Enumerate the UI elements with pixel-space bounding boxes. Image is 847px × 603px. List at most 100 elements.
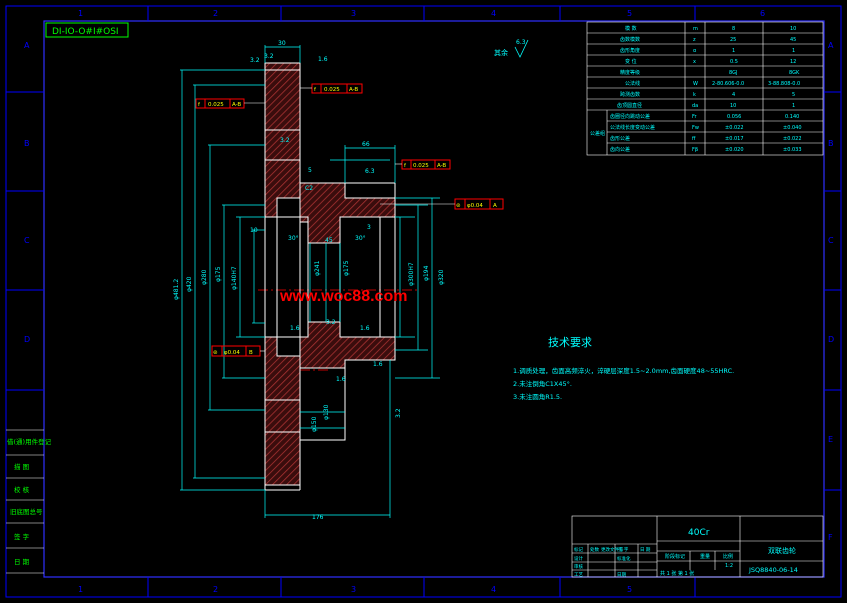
svg-text:0.025: 0.025	[324, 87, 340, 93]
grid-letter-a: A	[828, 41, 834, 50]
svg-text:精度等级: 精度等级	[620, 69, 640, 76]
svg-text:0.5: 0.5	[730, 59, 738, 65]
svg-text:处数: 处数	[590, 546, 599, 553]
dim-d-right3: φ320	[438, 269, 445, 285]
dim-rough-16b: 1.6	[360, 325, 370, 332]
svg-text:1: 1	[792, 103, 795, 109]
frame-labels: 1 2 3 4 5 6 1 2 3 4 5 A B C D E F A B C …	[24, 9, 834, 594]
svg-text:3-88.808-0.0: 3-88.808-0.0	[768, 81, 800, 87]
dim-d-left-bore2: φ140H7	[231, 266, 238, 290]
header-scale: 比例	[723, 553, 733, 560]
outer-frame	[5, 5, 842, 598]
drawing-code: DI-IO-O#I#OSI	[52, 27, 119, 37]
drawing-number: JSQ8840-06-14	[748, 566, 798, 574]
dim-d-root: φ420	[186, 276, 193, 292]
dim-hub-roughness: 6.3	[365, 168, 375, 175]
svg-text:日 期: 日 期	[640, 547, 651, 553]
svg-text:φ0.04: φ0.04	[467, 203, 483, 209]
dim-d-left-bore: φ175	[215, 266, 222, 282]
dim-d-mid2: φ175	[343, 260, 350, 276]
svg-text:45: 45	[790, 37, 796, 43]
svg-text:⊚: ⊚	[456, 203, 461, 209]
dim-d-right1: φ300H7	[408, 262, 415, 286]
svg-text:±0.022: ±0.022	[725, 125, 744, 131]
drawing-canvas: 1 2 3 4 5 6 1 2 3 4 5 A B C D E F A B C …	[0, 0, 847, 603]
svg-text:±0.033: ±0.033	[783, 147, 802, 153]
gtol-frame-3: f 0.025 A-B	[401, 159, 451, 170]
gtol-frame-1: f 0.025 A-B	[195, 98, 245, 109]
grid-number-3b: 3	[351, 585, 356, 594]
grid-number-1b: 1	[78, 585, 83, 594]
svg-text:1: 1	[792, 48, 795, 54]
svg-text:Fr: Fr	[692, 114, 698, 120]
svg-text:B: B	[249, 350, 253, 356]
svg-text:签 字: 签 字	[618, 546, 629, 553]
header-stage: 阶段标记	[665, 553, 685, 560]
svg-text:k: k	[693, 92, 696, 98]
gtol-frames: f 0.025 A-B f 0.025 A-B f 0.025 A-B ⊚ φ0…	[195, 83, 504, 357]
svg-text:描 图: 描 图	[14, 462, 29, 471]
tech-item-2: 2.未注倒角C1X45°.	[513, 379, 572, 388]
svg-text:±0.022: ±0.022	[783, 136, 802, 142]
svg-text:±0.017: ±0.017	[725, 136, 744, 142]
dim-top-chamfer: 3.2	[264, 53, 274, 60]
svg-text:借(通)用件登记: 借(通)用件登记	[7, 437, 52, 446]
left-labels: 借(通)用件登记 描 图 校 核 旧底图总号 签 字 日 期	[7, 437, 52, 566]
gtol-frame-4: ⊚ φ0.04 A	[454, 198, 504, 210]
svg-text:8: 8	[732, 26, 735, 32]
part-name: 双联齿轮	[768, 546, 796, 555]
svg-text:z: z	[693, 37, 696, 43]
grid-number-3: 3	[351, 9, 356, 18]
svg-text:日 期: 日 期	[14, 558, 30, 566]
dim-top-chamfer-left: 3.2	[250, 57, 260, 64]
svg-text:齿圈径向跳动公差: 齿圈径向跳动公差	[610, 113, 650, 120]
dim-rough-16a: 1.6	[290, 325, 300, 332]
svg-text:10: 10	[730, 103, 736, 109]
grid-letter-f: F	[828, 533, 833, 542]
svg-text:A-B: A-B	[437, 163, 446, 169]
grid-letter-a-left: A	[24, 41, 30, 50]
grid-letter-c-left: C	[24, 236, 30, 245]
svg-text:标记: 标记	[574, 546, 583, 553]
svg-text:0.056: 0.056	[727, 114, 741, 120]
svg-text:0.025: 0.025	[208, 102, 224, 108]
svg-text:校 核: 校 核	[14, 485, 30, 494]
svg-text:Fw: Fw	[692, 125, 699, 131]
svg-text:5: 5	[792, 92, 795, 98]
svg-text:Fβ: Fβ	[692, 147, 698, 153]
dim-hub-width: 66	[362, 141, 370, 148]
grid-letter-b: B	[828, 139, 834, 148]
watermark: www.woc88.com	[279, 288, 407, 305]
grid-number-2: 2	[213, 9, 218, 18]
svg-text:2-80.606-0.0: 2-80.606-0.0	[712, 81, 744, 87]
grid-letter-d-left: D	[24, 335, 30, 344]
svg-text:8GK: 8GK	[789, 70, 800, 76]
grid-number-5b: 5	[627, 585, 632, 594]
svg-text:旧底图总号: 旧底图总号	[10, 507, 43, 516]
grid-number-4: 4	[491, 9, 496, 18]
svg-text:φ0.04: φ0.04	[224, 350, 240, 356]
svg-text:±0.020: ±0.020	[725, 147, 744, 153]
frame-divisions	[6, 6, 841, 597]
svg-text:8GJ: 8GJ	[729, 70, 738, 76]
gtol-frame-2: f 0.025 A-B	[311, 83, 363, 94]
svg-text:A: A	[493, 203, 497, 209]
dim-side-12: 1.6	[373, 361, 383, 368]
svg-text:A-B: A-B	[232, 102, 241, 108]
svg-text:日期: 日期	[617, 572, 626, 578]
grid-number-1: 1	[78, 9, 83, 18]
grid-number-5: 5	[627, 9, 632, 18]
grid-letter-b-left: B	[24, 139, 30, 148]
left-label-boxes	[6, 429, 44, 574]
scale-value: 1:2	[725, 563, 733, 569]
svg-text:设计: 设计	[574, 555, 583, 562]
tech-item-1: 1.调质处理，齿面高频淬火，淬硬层深度1.5~2.0mm,齿面硬度48~55HR…	[513, 366, 734, 375]
gtol-frame-5: ⊚ φ0.04 B	[211, 345, 261, 357]
svg-text:1: 1	[732, 48, 735, 54]
svg-text:齿向公差: 齿向公差	[610, 146, 630, 153]
inner-frame	[43, 20, 825, 578]
dim-d-right2: φ194	[423, 265, 430, 281]
dim-rough-16c: 1.6	[336, 376, 346, 383]
grid-letter-d: D	[828, 335, 834, 344]
dim-rough-32a: 3.2	[326, 319, 336, 326]
